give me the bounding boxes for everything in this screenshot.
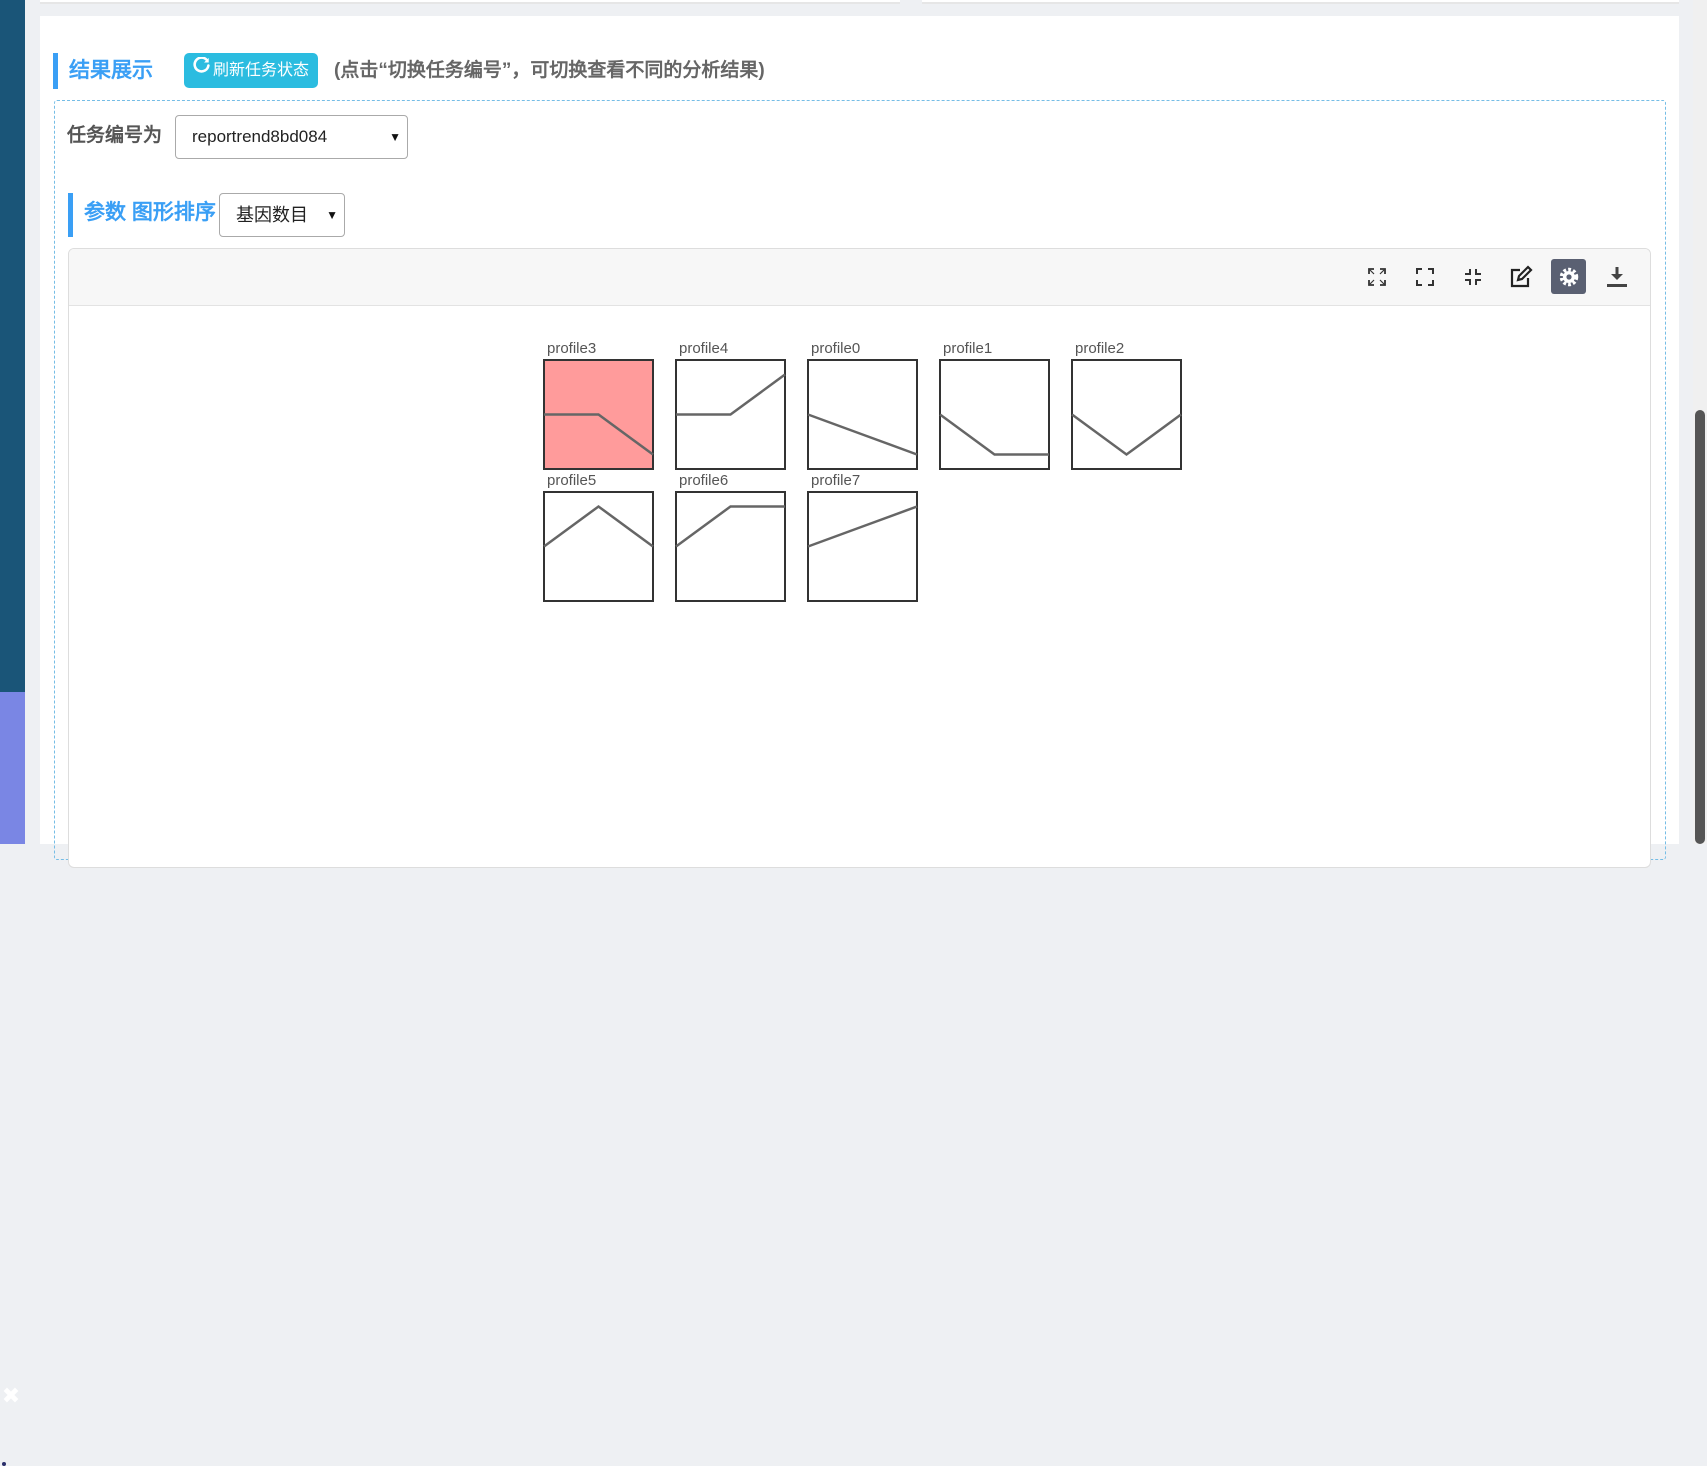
expand-corners-icon[interactable] <box>1359 259 1394 294</box>
download-icon[interactable] <box>1599 259 1634 294</box>
profile-tile[interactable]: profile2 <box>1071 340 1182 470</box>
profile-frame <box>675 491 786 602</box>
collapse-icon[interactable] <box>1455 259 1490 294</box>
chat-bubble[interactable]: ✖ <box>0 692 25 1466</box>
profile-frame <box>807 359 918 470</box>
viz-toolbar <box>69 249 1650 306</box>
close-icon[interactable]: ✖ <box>0 1386 22 1408</box>
fullscreen-icon[interactable] <box>1407 259 1442 294</box>
refresh-icon <box>193 52 210 87</box>
profile-tile[interactable]: profile4 <box>675 340 786 470</box>
profile-label: profile5 <box>547 472 597 489</box>
profile-tile[interactable]: profile3 <box>543 340 654 470</box>
profile-chart <box>939 359 1050 470</box>
sort-select-value: 基因数目 <box>236 205 308 225</box>
profile-tile[interactable]: profile6 <box>675 472 786 602</box>
profile-frame <box>939 359 1050 470</box>
dropdown-arrow-icon: ▼ <box>326 208 338 222</box>
task-label: 任务编号为 <box>67 125 163 146</box>
refresh-label: 刷新任务状态 <box>212 62 309 79</box>
profile-label: profile0 <box>811 340 861 357</box>
profile-chart <box>543 491 654 602</box>
profile-label: profile6 <box>679 472 729 489</box>
top-panel-right <box>922 0 1679 4</box>
scrollbar-thumb[interactable] <box>1695 410 1705 844</box>
dropdown-arrow-icon: ▼ <box>389 130 401 144</box>
visualization-panel: profile3 profile4 profile0 profile1 profile2… <box>68 248 1651 868</box>
profile-frame <box>807 491 918 602</box>
edit-icon[interactable] <box>1503 259 1538 294</box>
profile-frame <box>1071 359 1182 470</box>
sort-select[interactable]: 基因数目 ▼ <box>219 193 345 237</box>
profile-chart <box>1071 359 1182 470</box>
profile-tile[interactable]: profile5 <box>543 472 654 602</box>
task-select[interactable]: reportrend8bd084 ▼ <box>175 115 408 159</box>
profile-chart <box>807 491 918 602</box>
bubble-dot <box>2 1462 6 1466</box>
task-select-value: reportrend8bd084 <box>192 127 328 146</box>
profile-chart <box>807 359 918 470</box>
profile-chart <box>675 491 786 602</box>
profile-label: profile1 <box>943 340 993 357</box>
profile-frame <box>543 491 654 602</box>
profile-tile[interactable]: profile7 <box>807 472 918 602</box>
section-title: 结果展示 <box>53 53 153 89</box>
top-panel-left <box>40 0 900 4</box>
hint-text: (点击“切换任务编号”，可切换查看不同的分析结果) <box>334 60 765 81</box>
profile-chart <box>543 359 654 470</box>
scrollbar[interactable] <box>1693 0 1707 844</box>
profile-label: profile7 <box>811 472 861 489</box>
profile-label: profile3 <box>547 340 597 357</box>
left-sidebar-strip: ✖ <box>0 0 25 1466</box>
param-title: 参数 图形排序 <box>68 193 216 237</box>
refresh-task-status-button[interactable]: 刷新任务状态 <box>184 53 318 88</box>
profile-label: profile4 <box>679 340 729 357</box>
settings-icon[interactable] <box>1551 259 1586 294</box>
profile-label: profile2 <box>1075 340 1125 357</box>
profile-chart <box>675 359 786 470</box>
profile-tile[interactable]: profile1 <box>939 340 1050 470</box>
profile-tile[interactable]: profile0 <box>807 340 918 470</box>
